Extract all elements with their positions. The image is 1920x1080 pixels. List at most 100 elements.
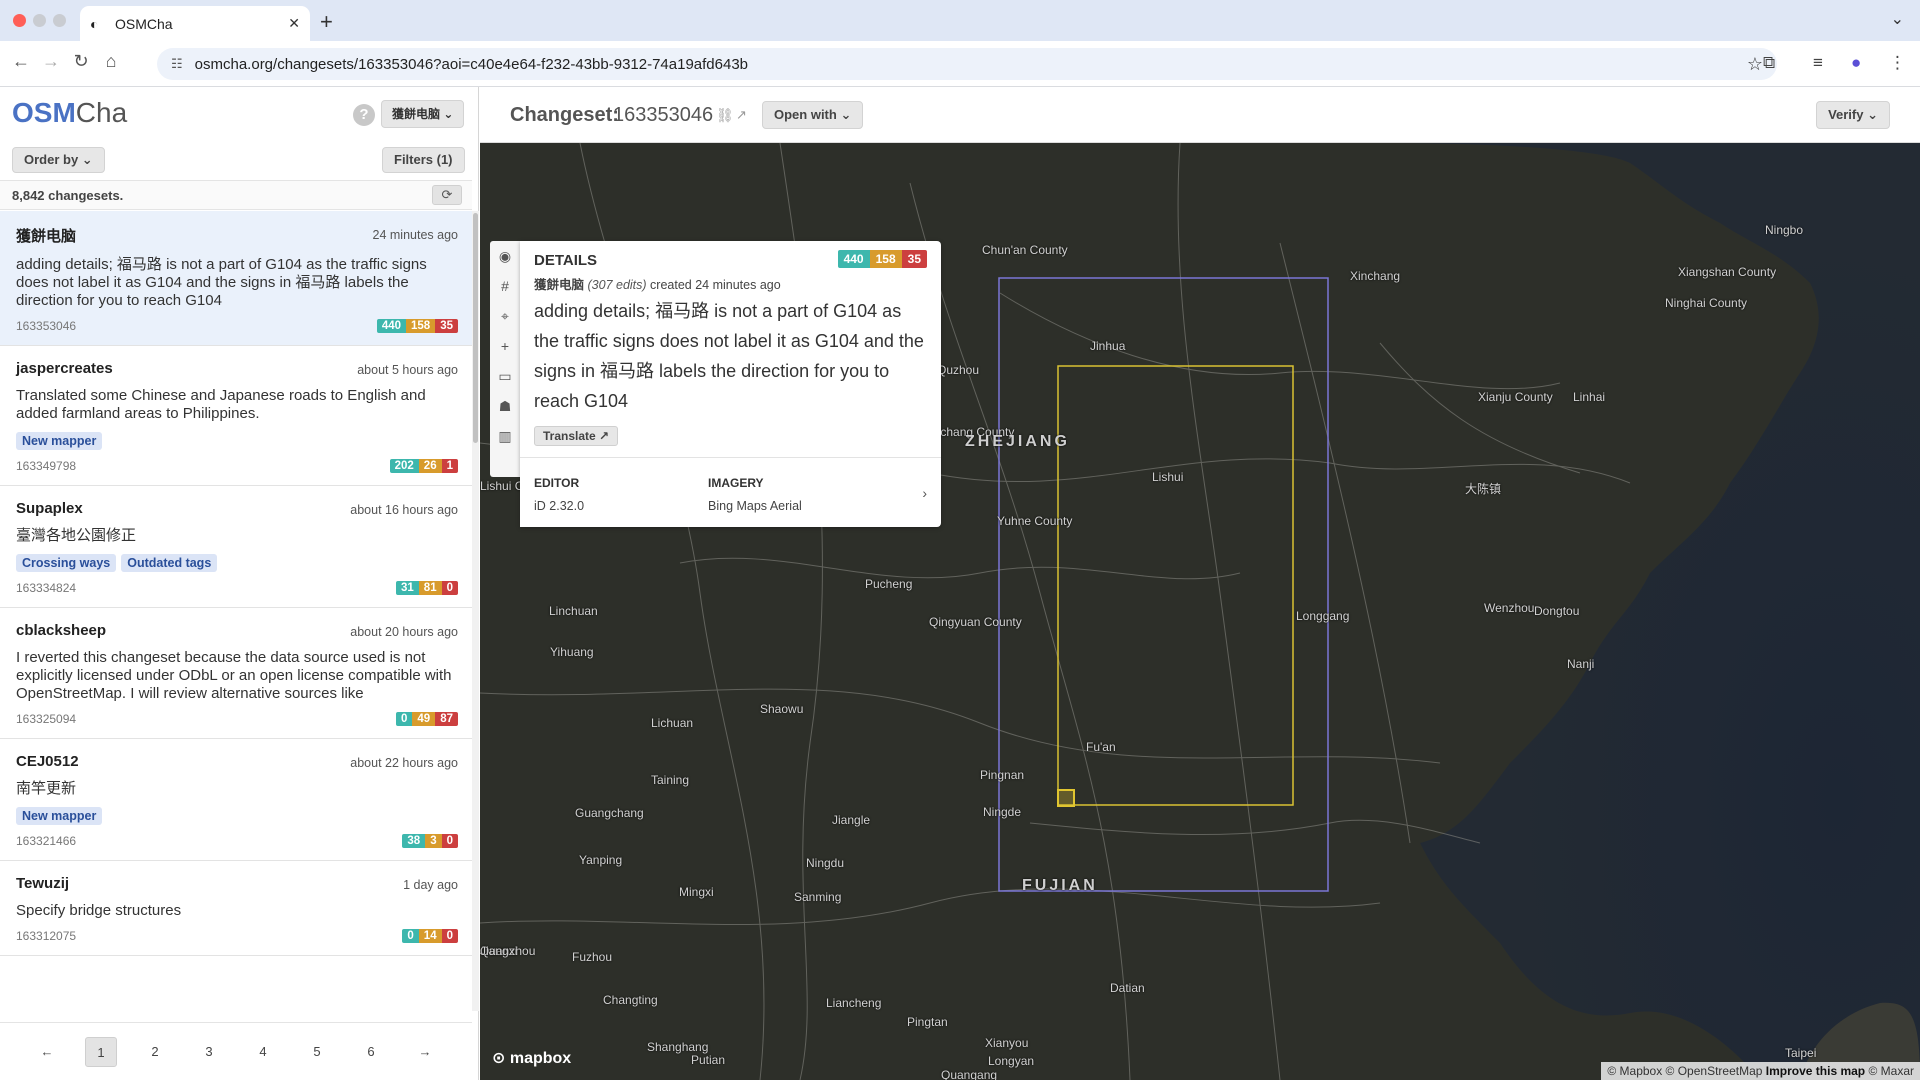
prev-page-button[interactable]: ←: [31, 1037, 63, 1067]
help-icon[interactable]: ?: [353, 104, 375, 126]
back-icon[interactable]: ←: [8, 51, 34, 72]
map-place-label: Lishui: [1152, 470, 1184, 484]
page-button-6[interactable]: 6: [355, 1037, 387, 1067]
menu-icon[interactable]: ⋮: [1889, 53, 1906, 73]
mapbox-logo-text: mapbox: [509, 1050, 572, 1067]
eye-icon[interactable]: ◉: [490, 241, 520, 271]
external-link-icon[interactable]: ↗: [736, 107, 747, 123]
changeset-list-item[interactable]: Tewuzij 1 day ago Specify bridge structure…: [0, 861, 472, 956]
reason-tag[interactable]: Crossing ways: [16, 554, 117, 572]
copy-link-icon[interactable]: ⛓: [716, 107, 734, 124]
item-added-count: 38: [402, 834, 426, 848]
tab-search-chevron-icon[interactable]: ⌄: [1891, 9, 1904, 29]
map-place-label: Taining: [651, 773, 690, 787]
user-menu-button[interactable]: 獲餅电脑 ⌄: [381, 100, 465, 128]
scrollbar-thumb[interactable]: [473, 213, 478, 443]
hash-icon[interactable]: #: [490, 271, 520, 301]
chevron-right-icon[interactable]: ›: [922, 485, 927, 501]
maximize-window-button[interactable]: [53, 14, 66, 27]
map-place-label: Jinhua: [1090, 339, 1126, 353]
details-toolbar: ◉ # ⌖ + ▭ ☗ ▥: [490, 241, 520, 477]
map-place-label: Pingtan: [907, 1015, 948, 1029]
location-icon[interactable]: ⌖: [490, 301, 520, 331]
item-changeset-id: 163325094: [16, 712, 77, 726]
map-place-label: Linhai: [1573, 390, 1606, 404]
item-comment: Translated some Chinese and Japanese roa…: [16, 387, 426, 422]
page-button-4[interactable]: 4: [247, 1037, 279, 1067]
bookmark-star-icon[interactable]: ☆: [1747, 54, 1763, 75]
details-comment: adding details; 福马路 is not a part of G10…: [534, 301, 924, 411]
item-counts: 0 49 87: [396, 712, 458, 726]
changeset-list-item[interactable]: Supaplex about 16 hours ago 臺灣各地公園修正 Crossi…: [0, 486, 472, 608]
details-user[interactable]: 獲餅电脑: [534, 278, 584, 292]
item-deleted-count: 87: [435, 712, 458, 726]
tab-close-icon[interactable]: ✕: [288, 15, 300, 32]
profile-icon[interactable]: ●: [1851, 53, 1861, 73]
reason-tag[interactable]: New mapper: [16, 807, 103, 825]
url-text: osmcha.org/changesets/163353046?aoi=c40e…: [194, 55, 749, 73]
logo-osm-text: OSM: [12, 97, 76, 128]
map-place-label: Yuhne County: [997, 514, 1073, 528]
reason-tag[interactable]: Outdated tags: [121, 554, 218, 572]
item-time: about 16 hours ago: [350, 503, 458, 517]
plus-icon[interactable]: +: [490, 331, 520, 361]
changeset-list-item[interactable]: CEJ0512 about 22 hours ago 南竿更新 New mapper 1…: [0, 739, 472, 861]
mapbox-logo[interactable]: ⊙ mapbox: [492, 1048, 571, 1068]
page-button-1[interactable]: 1: [85, 1036, 117, 1067]
extensions-icon[interactable]: ⧉: [1763, 53, 1775, 73]
changeset-list-item[interactable]: cblacksheep about 20 hours ago I reverted …: [0, 608, 472, 739]
changeset-list-item[interactable]: jaspercreates about 5 hours ago Translated…: [0, 346, 472, 486]
map-place-label: Quzhou: [937, 363, 980, 377]
map-place-label: Lichuan: [651, 716, 694, 730]
verify-button[interactable]: Verify ⌄: [1816, 101, 1890, 129]
close-window-button[interactable]: [13, 14, 26, 27]
translate-label: Translate: [543, 429, 596, 443]
open-with-button[interactable]: Open with ⌄: [762, 101, 864, 129]
map-place-label: Xianyou: [985, 1036, 1029, 1050]
item-time: about 5 hours ago: [357, 363, 458, 377]
osmcha-logo[interactable]: OSMCha: [12, 97, 127, 129]
improve-map-link[interactable]: Improve this map: [1766, 1064, 1865, 1078]
details-created: created 24 minutes ago: [650, 278, 781, 292]
attribution-mapbox-osm[interactable]: © Mapbox © OpenStreetMap: [1607, 1064, 1762, 1078]
pagination: ← 1 2 3 4 5 6 →: [0, 1022, 472, 1080]
map-place-label: Fuzhou: [572, 950, 613, 964]
order-by-button[interactable]: Order by ⌄: [12, 147, 105, 173]
filters-button[interactable]: Filters (1): [382, 147, 465, 173]
map-place-label: Shanghang: [647, 1040, 709, 1054]
attribution-maxar[interactable]: © Maxar: [1868, 1064, 1914, 1078]
site-info-icon[interactable]: ☷: [171, 56, 183, 72]
media-icon[interactable]: ≡: [1813, 53, 1823, 73]
minimize-window-button[interactable]: [33, 14, 46, 27]
page-button-3[interactable]: 3: [193, 1037, 225, 1067]
home-icon[interactable]: ⌂: [98, 51, 124, 72]
item-added-count: 440: [376, 319, 407, 333]
editor-value: iD 2.32.0: [534, 499, 585, 513]
next-page-button[interactable]: →: [409, 1037, 441, 1067]
map-place-label: Ningbo: [1765, 223, 1804, 237]
deleted-count: 35: [901, 250, 927, 268]
changeset-header: Changeset: 163353046 ⛓ ↗ Open with ⌄ Ver…: [480, 87, 1920, 143]
tab-title: OSMCha: [115, 15, 173, 32]
page-button-2[interactable]: 2: [139, 1037, 171, 1067]
url-input[interactable]: ☷ osmcha.org/changesets/163353046?aoi=c4…: [157, 48, 1777, 80]
forward-icon[interactable]: →: [38, 51, 64, 72]
item-time: about 22 hours ago: [350, 756, 458, 770]
browser-tab[interactable]: ◐ OSMCha ✕: [80, 6, 310, 41]
map-icon[interactable]: ▥: [490, 421, 520, 451]
translate-button[interactable]: Translate ↗: [534, 426, 619, 446]
map-place-label: Datian: [1110, 981, 1145, 995]
page-button-5[interactable]: 5: [301, 1037, 333, 1067]
map-place-label: Mingxi: [679, 885, 714, 899]
changeset-list-item[interactable]: 獲餅电脑 24 minutes ago adding details; 福马路 is…: [0, 211, 472, 346]
reason-tag[interactable]: New mapper: [16, 432, 103, 450]
item-counts: 440 158 35: [376, 319, 458, 333]
new-tab-icon[interactable]: +: [320, 9, 333, 35]
added-count: 440: [837, 250, 870, 268]
refresh-icon[interactable]: ⟳: [432, 185, 462, 205]
osmcha-app: OSMCha ? 獲餅电脑 ⌄ Order by ⌄ Filters (1) 8…: [0, 87, 1920, 1080]
comment-icon[interactable]: ▭: [490, 361, 520, 391]
user-icon[interactable]: ☗: [490, 391, 520, 421]
reload-icon[interactable]: ↻: [68, 51, 94, 72]
list-scrollbar[interactable]: [472, 211, 479, 1011]
